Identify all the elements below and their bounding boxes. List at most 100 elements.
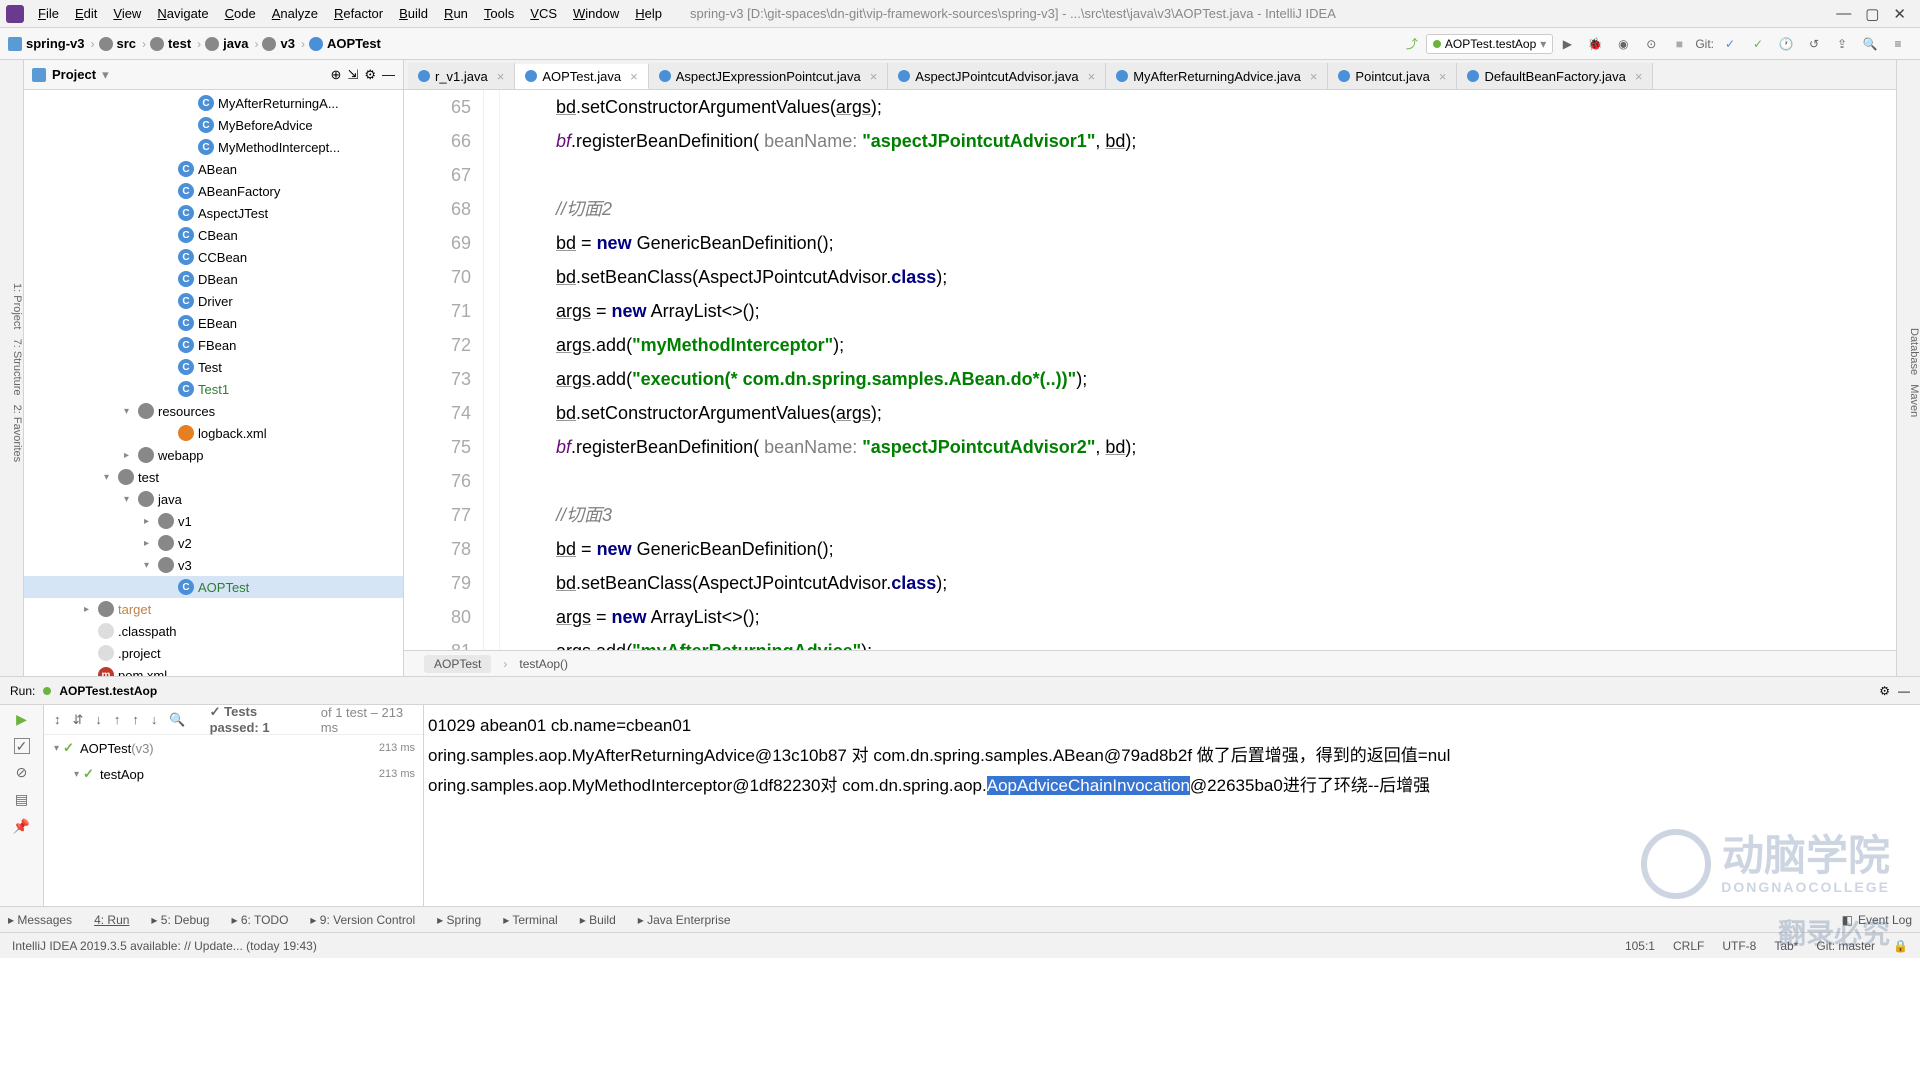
bottom-Spring[interactable]: ▸ Spring xyxy=(437,913,481,927)
vcs-push-icon[interactable]: ⇪ xyxy=(1830,32,1854,56)
vcs-revert-icon[interactable]: ↺ xyxy=(1802,32,1826,56)
tab-AspectJPointcutAdvisor.java[interactable]: AspectJPointcutAdvisor.java× xyxy=(888,63,1106,89)
bottom-4-Run[interactable]: 4: Run xyxy=(94,913,129,927)
tree-MyMethodIntercept...[interactable]: CMyMethodIntercept... xyxy=(24,136,403,158)
debug-icon[interactable]: 🐞 xyxy=(1583,32,1607,56)
lock-icon[interactable]: 🔒 xyxy=(1893,939,1908,953)
close-icon[interactable]: ✕ xyxy=(1893,5,1906,23)
tree-FBean[interactable]: CFBean xyxy=(24,334,403,356)
run-hide-icon[interactable]: — xyxy=(1898,684,1910,698)
tree-java[interactable]: ▾java xyxy=(24,488,403,510)
vcs-history-icon[interactable]: 🕐 xyxy=(1774,32,1798,56)
menu-tools[interactable]: Tools xyxy=(476,6,522,21)
gear-icon[interactable]: ⚙ xyxy=(364,67,376,83)
rerun-icon[interactable]: ▶ xyxy=(16,711,27,728)
tree-CCBean[interactable]: CCCBean xyxy=(24,246,403,268)
tab-Pointcut.java[interactable]: Pointcut.java× xyxy=(1328,63,1457,89)
menu-edit[interactable]: Edit xyxy=(67,6,105,21)
stop-icon[interactable]: ■ xyxy=(1667,32,1691,56)
prev-icon[interactable]: ↑ xyxy=(132,712,139,727)
menu-vcs[interactable]: VCS xyxy=(522,6,565,21)
run-icon[interactable]: ▶ xyxy=(1555,32,1579,56)
collapse2-icon[interactable]: ↑ xyxy=(114,712,121,727)
menu-view[interactable]: View xyxy=(105,6,149,21)
menu-code[interactable]: Code xyxy=(217,6,264,21)
minimize-icon[interactable]: — xyxy=(1836,5,1851,23)
run-config-select[interactable]: AOPTest.testAop▾ xyxy=(1426,34,1553,54)
event-log-button[interactable]: ◧ Event Log xyxy=(1842,913,1912,927)
run-gear-icon[interactable]: ⚙ xyxy=(1879,684,1890,698)
tree-test[interactable]: ▾test xyxy=(24,466,403,488)
tree-target[interactable]: ▸target xyxy=(24,598,403,620)
encoding[interactable]: UTF-8 xyxy=(1722,939,1756,953)
indent[interactable]: Tab* xyxy=(1774,939,1798,953)
tree-Test[interactable]: CTest xyxy=(24,356,403,378)
locate-icon[interactable]: ⊕ xyxy=(331,67,342,83)
layout-icon[interactable]: ▤ xyxy=(15,791,28,808)
menu-file[interactable]: File xyxy=(30,6,67,21)
bottom-6-TODO[interactable]: ▸ 6: TODO xyxy=(231,913,288,927)
coverage-icon[interactable]: ◉ xyxy=(1611,32,1635,56)
bottom-Build[interactable]: ▸ Build xyxy=(580,913,616,927)
toggle-icon[interactable]: ✓ xyxy=(14,738,30,754)
vcs-commit-icon[interactable]: ✓ xyxy=(1746,32,1770,56)
test-tree[interactable]: ↕ ⇵ ↓ ↑ ↑ ↓ 🔍 ✓ Tests passed: 1 of 1 tes… xyxy=(44,705,424,906)
tab-MyAfterReturningAdvice.java[interactable]: MyAfterReturningAdvice.java× xyxy=(1106,63,1328,89)
menu-build[interactable]: Build xyxy=(391,6,436,21)
tree-Test1[interactable]: CTest1 xyxy=(24,378,403,400)
crumb-v3[interactable]: v3 xyxy=(262,36,294,51)
profile-icon[interactable]: ⊙ xyxy=(1639,32,1663,56)
git-branch[interactable]: Git: master xyxy=(1816,939,1875,953)
bottom-Messages[interactable]: ▸ Messages xyxy=(8,913,72,927)
tree-DBean[interactable]: CDBean xyxy=(24,268,403,290)
crumb-java[interactable]: java xyxy=(205,36,248,51)
tree-AspectJTest[interactable]: CAspectJTest xyxy=(24,202,403,224)
search-icon[interactable]: 🔍 xyxy=(1858,32,1882,56)
tree-CBean[interactable]: CCBean xyxy=(24,224,403,246)
tab-r_v1.java[interactable]: r_v1.java× xyxy=(408,63,515,89)
vcs-update-icon[interactable]: ✓ xyxy=(1718,32,1742,56)
tree-v1[interactable]: ▸v1 xyxy=(24,510,403,532)
settings-icon[interactable]: ≡ xyxy=(1886,32,1910,56)
collapse-icon[interactable]: ⇲ xyxy=(347,67,358,83)
tree-Driver[interactable]: CDriver xyxy=(24,290,403,312)
tree-EBean[interactable]: CEBean xyxy=(24,312,403,334)
crumb-test[interactable]: test xyxy=(150,36,191,51)
right-toolwindow-bar[interactable]: Database Maven xyxy=(1896,60,1920,676)
line-gutter[interactable]: 6566676869707172737475767778798081828384… xyxy=(404,90,484,650)
tree-MyBeforeAdvice[interactable]: CMyBeforeAdvice xyxy=(24,114,403,136)
breadcrumb-bar[interactable]: AOPTest › testAop() xyxy=(404,650,1896,676)
menu-refactor[interactable]: Refactor xyxy=(326,6,391,21)
bottom-5-Debug[interactable]: ▸ 5: Debug xyxy=(151,913,209,927)
tree-ABean[interactable]: CABean xyxy=(24,158,403,180)
expand-icon[interactable]: ↓ xyxy=(95,712,102,727)
tab-AOPTest.java[interactable]: AOPTest.java× xyxy=(515,64,648,90)
export-icon[interactable]: 🔍 xyxy=(169,712,185,728)
hide-icon[interactable]: — xyxy=(382,67,395,82)
code-text[interactable]: bd.setConstructorArgumentValues(args); b… xyxy=(500,90,1896,650)
left-toolwindow-bar[interactable]: 1: Project 7: Structure 2: Favorites xyxy=(0,60,24,676)
bottom-Java-Enterprise[interactable]: ▸ Java Enterprise xyxy=(638,913,731,927)
crumb-spring-v3[interactable]: spring-v3 xyxy=(8,36,85,51)
tree-logback.xml[interactable]: logback.xml xyxy=(24,422,403,444)
maximize-icon[interactable]: ▢ xyxy=(1865,5,1879,23)
caret-pos[interactable]: 105:1 xyxy=(1625,939,1655,953)
crumb-AOPTest[interactable]: AOPTest xyxy=(309,36,381,51)
test-testAop[interactable]: ▾✓testAop213 ms xyxy=(44,761,423,787)
build-icon[interactable]: ⤴ xyxy=(1400,32,1424,56)
menu-run[interactable]: Run xyxy=(436,6,476,21)
line-sep[interactable]: CRLF xyxy=(1673,939,1704,953)
pin-icon[interactable]: 📌 xyxy=(13,818,30,835)
tree-.project[interactable]: .project xyxy=(24,642,403,664)
tab-DefaultBeanFactory.java[interactable]: DefaultBeanFactory.java× xyxy=(1457,63,1653,89)
bottom-9-Version-Control[interactable]: ▸ 9: Version Control xyxy=(310,913,415,927)
tree-.classpath[interactable]: .classpath xyxy=(24,620,403,642)
next-icon[interactable]: ↓ xyxy=(151,712,158,727)
console-output[interactable]: 01029 abean01 cb.name=cbean01oring.sampl… xyxy=(424,705,1920,906)
tree-v3[interactable]: ▾v3 xyxy=(24,554,403,576)
tree-v2[interactable]: ▸v2 xyxy=(24,532,403,554)
tree-webapp[interactable]: ▸webapp xyxy=(24,444,403,466)
menu-navigate[interactable]: Navigate xyxy=(149,6,216,21)
filter-icon[interactable]: ⇵ xyxy=(73,712,84,728)
tab-AspectJExpressionPointcut.java[interactable]: AspectJExpressionPointcut.java× xyxy=(649,63,889,89)
